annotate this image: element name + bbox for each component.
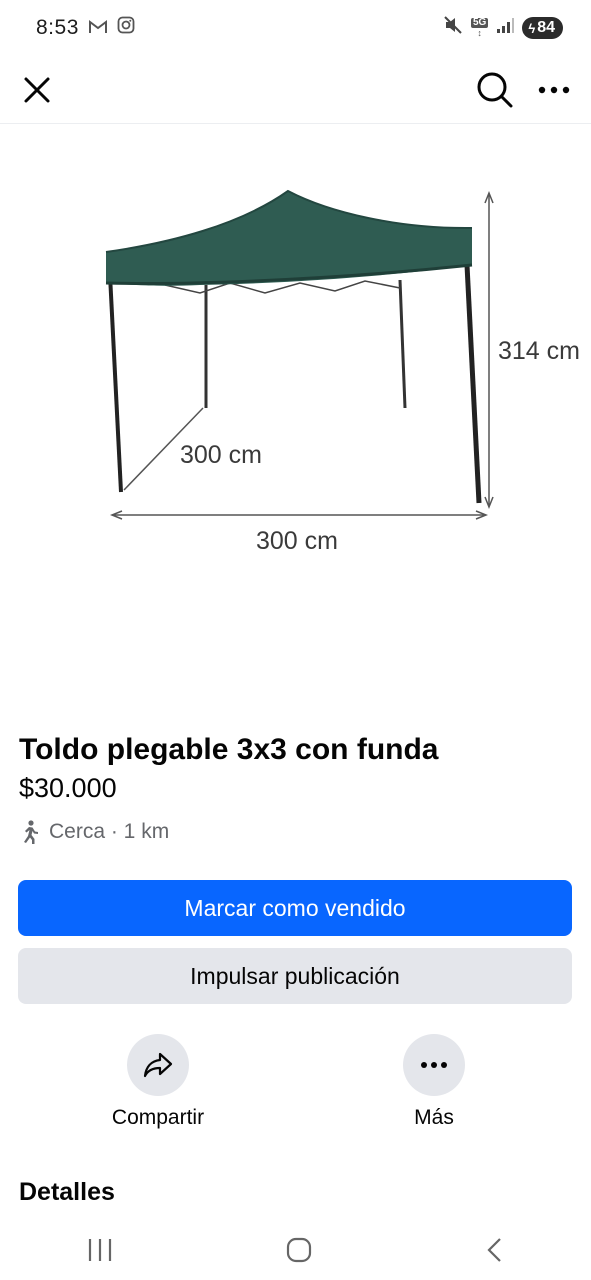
walking-person-icon [24, 820, 38, 844]
top-app-bar [0, 56, 591, 124]
system-nav-bar [0, 1220, 591, 1280]
more-action[interactable]: Más [354, 1034, 514, 1130]
more-options-button[interactable] [537, 85, 571, 95]
height-label: 314 cm [498, 337, 580, 365]
back-button[interactable] [484, 1236, 506, 1264]
status-time: 8:53 [36, 16, 79, 39]
depth-label: 300 cm [180, 441, 262, 469]
width-label: 300 cm [256, 527, 338, 555]
more-label: Más [414, 1106, 454, 1129]
search-icon [477, 72, 513, 107]
signal-icon [496, 16, 515, 40]
action-row: Compartir Más [0, 1034, 591, 1144]
status-left: 8:53 [36, 16, 135, 40]
boost-listing-button[interactable]: Impulsar publicación [18, 948, 572, 1004]
battery-level: 84 [537, 19, 555, 36]
top-actions [475, 70, 571, 110]
listing-title: Toldo plegable 3x3 con funda [19, 733, 439, 766]
listing-location: Cerca · 1 km [19, 820, 574, 844]
search-button[interactable] [475, 70, 515, 110]
share-label: Compartir [111, 1106, 205, 1129]
status-bar: 8:53 5G ↕ ϟ 84 [0, 0, 591, 56]
details-heading: Detalles [19, 1178, 115, 1206]
recent-apps-button[interactable] [86, 1237, 114, 1263]
ellipsis-icon [421, 1062, 447, 1068]
location-text: Cerca · 1 km [49, 820, 170, 843]
instagram-icon [117, 16, 135, 40]
status-right: 5G ↕ ϟ 84 [443, 15, 563, 41]
listing-price: $30.000 [19, 773, 117, 803]
share-action[interactable]: Compartir [78, 1034, 238, 1130]
product-image[interactable]: 314 cm 300 cm 300 cm [0, 125, 591, 715]
listing-info: Toldo plegable 3x3 con funda $30.000 Cer… [19, 730, 574, 844]
close-icon [24, 77, 50, 102]
mute-icon [443, 15, 463, 41]
ellipsis-icon [538, 86, 570, 93]
recent-apps-icon [88, 1239, 111, 1261]
share-button[interactable] [127, 1034, 189, 1096]
battery-charging-icon: ϟ [528, 20, 536, 36]
network-5g-icon: 5G ↕ [470, 17, 489, 38]
canopy-illustration: 314 cm 300 cm 300 cm [105, 189, 580, 555]
back-icon [486, 1238, 501, 1262]
network-type: 5G [470, 17, 489, 28]
home-button[interactable] [285, 1236, 313, 1264]
mark-as-sold-button[interactable]: Marcar como vendido [18, 880, 572, 936]
share-arrow-icon [143, 1052, 173, 1078]
gmail-icon [88, 16, 107, 40]
close-button[interactable] [20, 73, 54, 107]
battery-indicator: ϟ 84 [522, 17, 563, 39]
more-button[interactable] [403, 1034, 465, 1096]
home-icon [286, 1237, 311, 1263]
